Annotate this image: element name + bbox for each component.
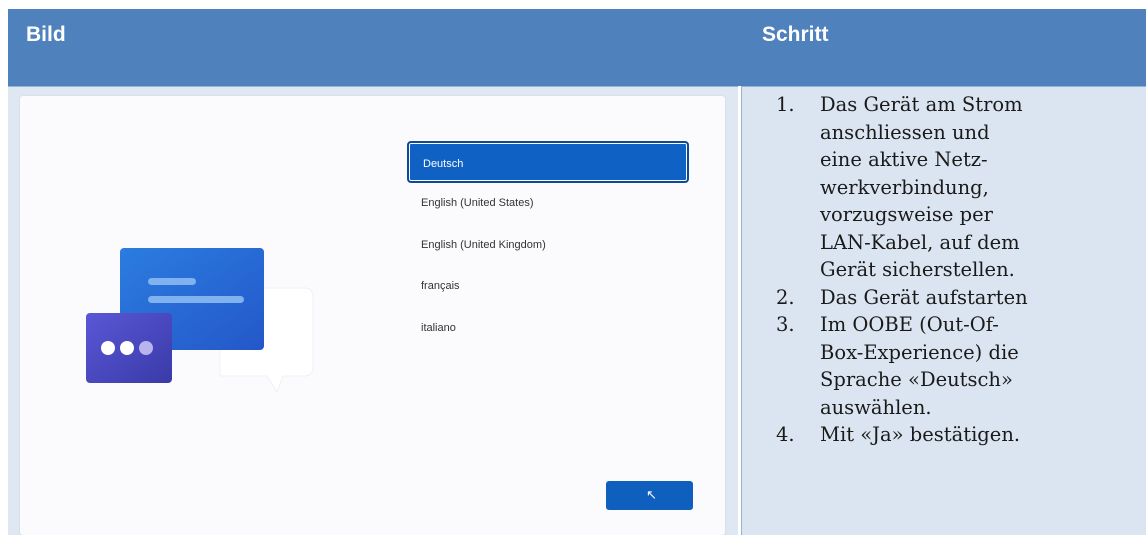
- step-text: Im OOBE (Out-Of- Box-Experience) die Spr…: [820, 313, 1019, 419]
- language-option-english-us[interactable]: English (United States): [407, 182, 689, 224]
- language-option-english-uk[interactable]: English (United Kingdom): [407, 224, 689, 266]
- list-item: 1. Das Gerät am Strom anschliessen und e…: [776, 91, 1146, 284]
- step-text: Mit «Ja» bestätigen.: [820, 423, 1021, 446]
- steps-list: 1. Das Gerät am Strom anschliessen und e…: [776, 91, 1146, 449]
- step-number: 1.: [776, 93, 795, 116]
- instruction-table: Bild Schritt Deutsch English (United Sta…: [8, 9, 1146, 535]
- oobe-screenshot: Deutsch English (United States) English …: [20, 96, 725, 535]
- image-cell: Deutsch English (United States) English …: [8, 86, 738, 535]
- language-option-deutsch[interactable]: Deutsch: [407, 141, 689, 183]
- language-illustration: [86, 248, 314, 394]
- step-number: 3.: [776, 313, 795, 336]
- step-text: Das Gerät aufstarten: [820, 285, 1028, 309]
- list-item: 4. Mit «Ja» bestätigen.: [776, 421, 1146, 449]
- list-item: 3. Im OOBE (Out-Of- Box-Experience) die …: [776, 311, 1146, 421]
- language-option-italiano[interactable]: italiano: [407, 307, 689, 349]
- next-button[interactable]: ↖: [606, 481, 693, 510]
- step-number: 2.: [776, 285, 795, 309]
- step-number: 4.: [776, 423, 795, 446]
- header-step: Schritt: [762, 23, 829, 46]
- list-item: 2. Das Gerät aufstarten: [776, 284, 1146, 312]
- step-text: Das Gerät am Strom anschliessen und eine…: [820, 93, 1023, 281]
- language-option-francais[interactable]: français: [407, 265, 689, 307]
- header-image: Bild: [26, 23, 66, 46]
- step-cell: 1. Das Gerät am Strom anschliessen und e…: [741, 86, 1146, 535]
- table-header-row: Bild Schritt: [8, 9, 1146, 86]
- table-row: Deutsch English (United States) English …: [8, 86, 1146, 535]
- mouse-cursor-icon: ↖: [646, 488, 657, 503]
